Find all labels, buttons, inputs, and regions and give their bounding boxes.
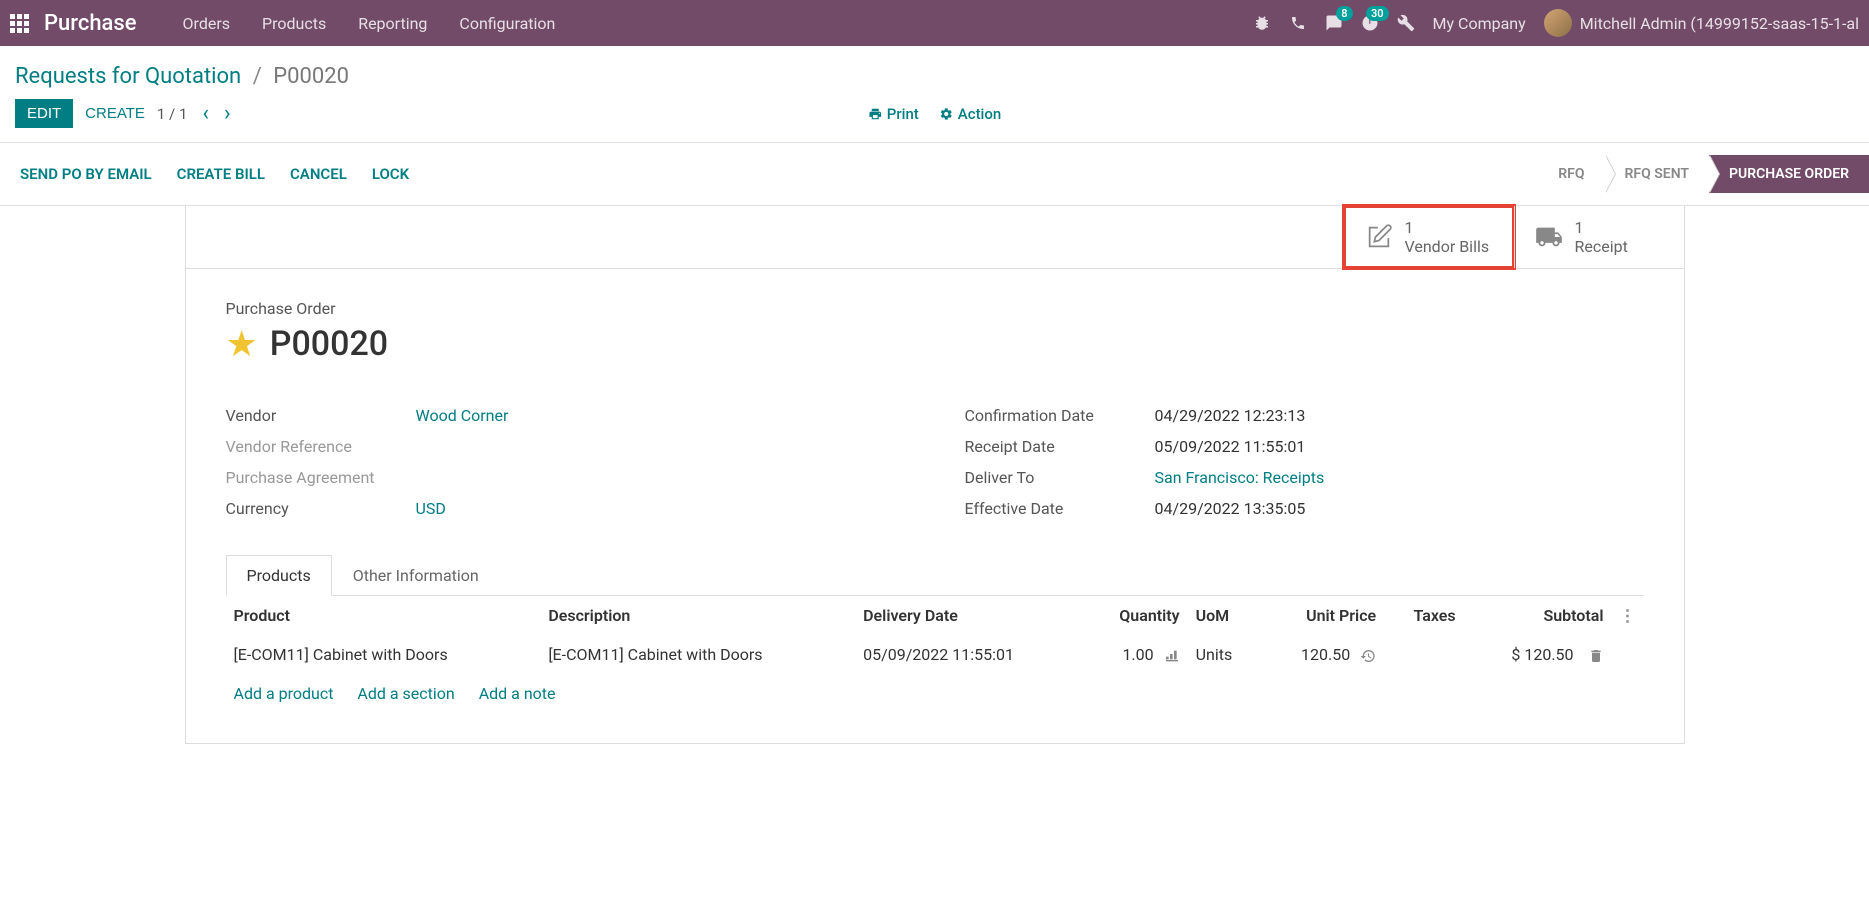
lock-button[interactable]: LOCK [372,165,409,183]
pager[interactable]: 1 / 1 [157,105,188,123]
tabs: Products Other Information [226,554,1644,596]
conf-date-value: 04/29/2022 12:23:13 [1155,406,1306,425]
create-button[interactable]: CREATE [73,99,157,128]
status-step-rfq-sent[interactable]: RFQ SENT [1605,155,1709,193]
po-number: P00020 [270,324,388,364]
deliver-to-label: Deliver To [965,468,1155,487]
col-delivery-date: Delivery Date [855,596,1083,635]
col-subtotal: Subtotal [1464,596,1612,635]
cell-taxes [1384,635,1463,674]
breadcrumb-current: P00020 [273,64,349,89]
status-step-rfq[interactable]: RFQ [1538,155,1604,193]
bug-icon[interactable] [1253,14,1271,32]
history-icon[interactable] [1360,645,1376,664]
tools-icon[interactable] [1397,14,1415,32]
cell-subtotal: $ 120.50 [1511,645,1573,664]
forecast-icon[interactable] [1164,645,1180,664]
apps-icon[interactable] [10,14,29,33]
star-icon[interactable]: ★ [226,323,258,365]
vendor-label: Vendor [226,406,416,425]
nav-reporting[interactable]: Reporting [342,14,443,33]
tab-other-info[interactable]: Other Information [332,555,500,596]
gear-icon [939,107,953,121]
pager-prev-icon[interactable]: ‹ [202,101,209,126]
status-bar: SEND PO BY EMAIL CREATE BILL CANCEL LOCK… [0,143,1869,206]
vendor-bills-stat[interactable]: 1 Vendor Bills [1344,206,1514,268]
table-row[interactable]: [E-COM11] Cabinet with Doors [E-COM11] C… [226,635,1644,674]
company-selector[interactable]: My Company [1433,14,1526,33]
app-name[interactable]: Purchase [44,11,137,36]
cancel-button[interactable]: CANCEL [290,165,347,183]
receipt-label: Receipt [1575,237,1628,256]
agreement-label: Purchase Agreement [226,468,416,487]
currency-label: Currency [226,499,416,518]
deliver-to-value[interactable]: San Francisco: Receipts [1155,468,1325,487]
cell-description: [E-COM11] Cabinet with Doors [540,635,855,674]
col-uom: UoM [1188,596,1260,635]
create-bill-button[interactable]: CREATE BILL [177,165,265,183]
add-product-link[interactable]: Add a product [234,684,334,703]
breadcrumb-separator: / [253,64,262,89]
messages-badge: 8 [1336,6,1352,21]
activities-badge: 30 [1366,6,1389,21]
order-lines-table: Product Description Delivery Date Quanti… [226,596,1644,713]
cell-delivery-date: 05/09/2022 11:55:01 [855,635,1083,674]
control-panel: EDIT CREATE Print Action 1 / 1 ‹ › [0,89,1869,143]
top-navbar: Purchase Orders Products Reporting Confi… [0,0,1869,46]
nav-configuration[interactable]: Configuration [443,14,571,33]
eff-date-value: 04/29/2022 13:35:05 [1155,499,1306,518]
col-taxes: Taxes [1384,596,1463,635]
receipt-count: 1 [1575,218,1628,237]
phone-icon[interactable] [1289,14,1307,32]
nav-products[interactable]: Products [246,14,342,33]
user-menu[interactable]: Mitchell Admin (14999152-saas-15-1-al [1544,9,1859,37]
cell-price: 120.50 [1301,645,1350,664]
add-section-link[interactable]: Add a section [357,684,454,703]
action-button[interactable]: Action [939,105,1001,123]
edit-button[interactable]: EDIT [15,99,73,128]
receipt-date-value: 05/09/2022 11:55:01 [1155,437,1306,456]
cell-product: [E-COM11] Cabinet with Doors [226,635,541,674]
breadcrumb: Requests for Quotation / P00020 [15,64,349,89]
receipt-stat[interactable]: 1 Receipt [1514,206,1684,268]
kebab-icon[interactable]: ⋮ [1620,606,1636,625]
receipt-date-label: Receipt Date [965,437,1155,456]
vendor-bills-label: Vendor Bills [1405,237,1490,256]
eff-date-label: Effective Date [965,499,1155,518]
activities-icon[interactable]: 30 [1361,14,1379,32]
user-name: Mitchell Admin (14999152-saas-15-1-al [1580,14,1859,33]
avatar [1544,9,1572,37]
col-description: Description [540,596,855,635]
title-label: Purchase Order [226,299,1644,318]
vendor-bills-count: 1 [1405,218,1490,237]
conf-date-label: Confirmation Date [965,406,1155,425]
truck-icon [1535,223,1563,251]
cell-uom: Units [1188,635,1260,674]
tab-products[interactable]: Products [226,555,332,596]
print-icon [868,107,882,121]
form-sheet: 1 Vendor Bills 1 Receipt Purchase Order … [185,206,1685,744]
currency-value[interactable]: USD [416,499,446,518]
col-unit-price: Unit Price [1260,596,1385,635]
col-quantity: Quantity [1083,596,1187,635]
status-step-purchase-order[interactable]: PURCHASE ORDER [1709,155,1869,193]
col-product: Product [226,596,541,635]
edit-icon [1365,223,1393,251]
pager-next-icon[interactable]: › [224,101,231,126]
add-note-link[interactable]: Add a note [479,684,556,703]
vendor-value[interactable]: Wood Corner [416,406,509,425]
trash-icon[interactable] [1588,645,1604,664]
send-po-button[interactable]: SEND PO BY EMAIL [20,165,152,183]
breadcrumb-parent[interactable]: Requests for Quotation [15,64,241,89]
print-button[interactable]: Print [868,105,919,123]
vendor-ref-label: Vendor Reference [226,437,416,456]
nav-orders[interactable]: Orders [167,14,246,33]
messages-icon[interactable]: 8 [1325,14,1343,32]
cell-qty: 1.00 [1122,645,1153,664]
